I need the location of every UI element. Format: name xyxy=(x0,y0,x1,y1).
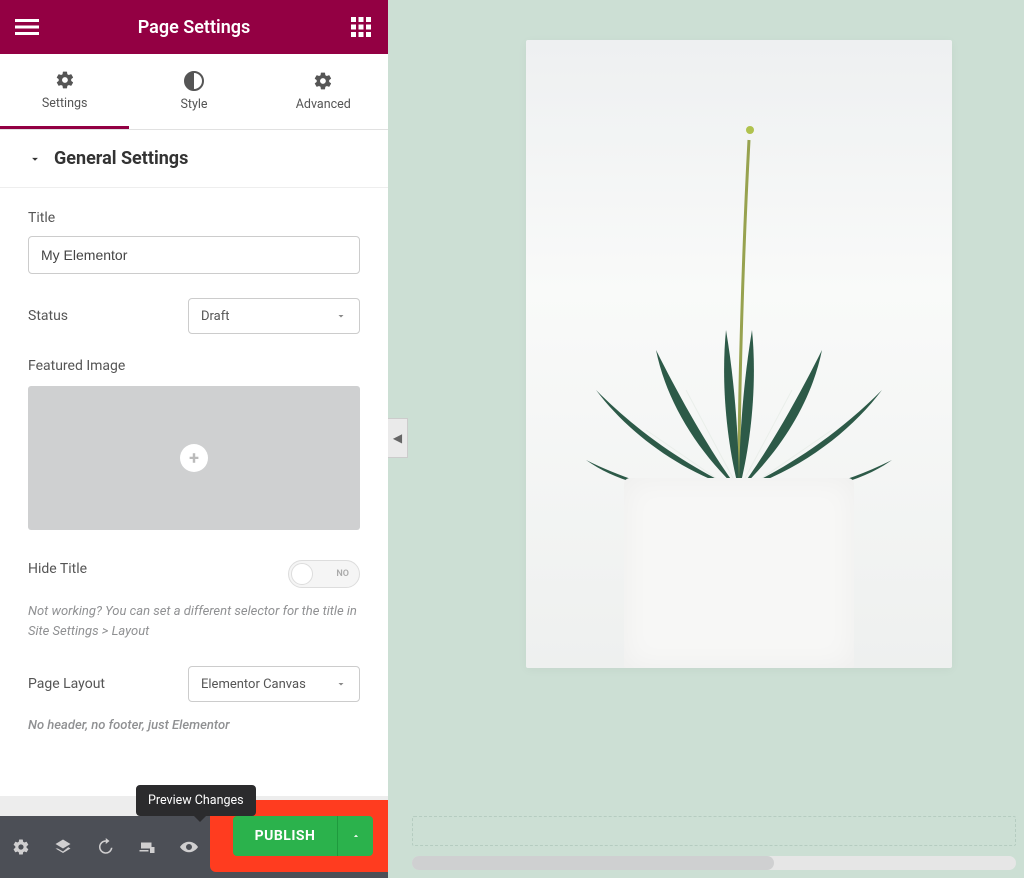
section-body: Title Status Draft Featured Image + xyxy=(0,188,388,762)
preview-button[interactable] xyxy=(178,836,200,858)
publish-button[interactable]: PUBLISH xyxy=(233,816,338,856)
tab-settings[interactable]: Settings xyxy=(0,54,129,129)
responsive-button[interactable] xyxy=(136,836,158,858)
chevron-left-icon: ◀ xyxy=(393,431,402,445)
preview-area: ◀ xyxy=(388,0,1024,878)
hamburger-icon xyxy=(15,15,39,39)
navigator-button[interactable] xyxy=(52,836,74,858)
history-icon xyxy=(96,838,114,856)
layers-icon xyxy=(54,838,72,856)
canvas-image xyxy=(526,40,952,668)
status-label: Status xyxy=(28,308,68,324)
panel-title: Page Settings xyxy=(138,17,251,38)
toggle-state: NO xyxy=(336,569,349,579)
featured-image-label: Featured Image xyxy=(28,358,360,374)
panel-content: General Settings Title Status Draft Feat… xyxy=(0,130,388,796)
history-button[interactable] xyxy=(94,836,116,858)
featured-image-dropzone[interactable]: + xyxy=(28,386,360,530)
hide-title-label: Hide Title xyxy=(28,561,87,577)
panel-header: Page Settings xyxy=(0,0,388,54)
plant-pot xyxy=(624,478,854,668)
widgets-grid-button[interactable] xyxy=(346,12,376,42)
publish-options-button[interactable] xyxy=(337,816,373,856)
status-value: Draft xyxy=(201,309,230,324)
menu-button[interactable] xyxy=(12,12,42,42)
caret-down-icon xyxy=(335,310,347,322)
tab-style[interactable]: Style xyxy=(129,54,258,129)
preview-tooltip: Preview Changes xyxy=(136,785,256,816)
caret-down-icon xyxy=(28,152,42,166)
caret-down-icon xyxy=(335,678,347,690)
contrast-icon xyxy=(184,71,204,91)
settings-button[interactable] xyxy=(10,836,32,858)
collapse-panel-button[interactable]: ◀ xyxy=(388,418,408,458)
section-title: General Settings xyxy=(54,148,188,169)
editor-panel: Page Settings Settings Style Advanced xyxy=(0,0,388,878)
grid-icon xyxy=(351,17,371,37)
page-layout-label: Page Layout xyxy=(28,676,105,692)
add-section-placeholder[interactable] xyxy=(412,816,1016,846)
caret-up-icon xyxy=(351,831,361,841)
panel-footer: Preview Changes PUBLISH xyxy=(0,816,388,878)
tab-label: Style xyxy=(180,97,207,112)
panel-tabs: Settings Style Advanced xyxy=(0,54,388,130)
tab-advanced[interactable]: Advanced xyxy=(259,54,388,129)
title-input[interactable] xyxy=(28,236,360,274)
tab-label: Settings xyxy=(42,96,88,111)
page-layout-select[interactable]: Elementor Canvas xyxy=(188,666,360,702)
status-select[interactable]: Draft xyxy=(188,298,360,334)
gear-icon xyxy=(55,70,75,90)
gear-icon xyxy=(313,71,333,91)
publish-button-group: PUBLISH xyxy=(233,816,374,856)
tab-label: Advanced xyxy=(296,97,351,112)
toggle-knob xyxy=(291,563,313,585)
scrollbar-thumb[interactable] xyxy=(412,856,774,870)
eye-icon xyxy=(180,838,198,856)
add-image-icon: + xyxy=(180,444,208,472)
hide-title-toggle[interactable]: NO xyxy=(288,560,360,588)
hide-title-help: Not working? You can set a different sel… xyxy=(28,602,360,642)
page-layout-value: Elementor Canvas xyxy=(201,677,306,692)
section-general-settings[interactable]: General Settings xyxy=(0,130,388,188)
horizontal-scrollbar[interactable] xyxy=(412,856,1016,870)
devices-icon xyxy=(138,838,156,856)
gear-icon xyxy=(12,838,30,856)
title-label: Title xyxy=(28,210,360,226)
page-layout-help: No header, no footer, just Elementor xyxy=(28,716,360,736)
